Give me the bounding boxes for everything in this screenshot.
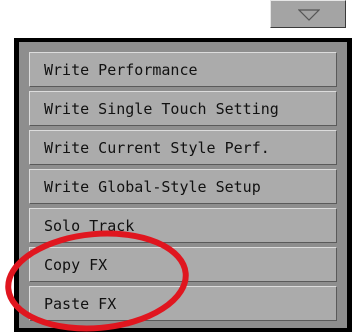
menu-item-label: Write Single Touch Setting: [44, 99, 279, 118]
menu-item-label: Copy FX: [44, 255, 108, 274]
menu-item-label: Write Global-Style Setup: [44, 177, 261, 196]
menu-item-paste-fx[interactable]: Paste FX: [29, 286, 337, 321]
dropdown-menu: Write Performance Write Single Touch Set…: [14, 38, 352, 332]
menu-dropdown-button[interactable]: [270, 0, 346, 28]
menu-item-copy-fx[interactable]: Copy FX: [29, 247, 337, 282]
menu-item-label: Write Performance: [44, 60, 198, 79]
menu-item-write-single-touch-setting[interactable]: Write Single Touch Setting: [29, 91, 337, 126]
menu-frame: Write Performance Write Single Touch Set…: [19, 42, 347, 328]
menu-item-label: Paste FX: [44, 294, 117, 313]
menu-item-solo-track[interactable]: Solo Track: [29, 208, 337, 243]
menu-item-write-global-style-setup[interactable]: Write Global-Style Setup: [29, 169, 337, 204]
triangle-down-icon: [298, 9, 320, 21]
menu-item-write-performance[interactable]: Write Performance: [29, 52, 337, 87]
menu-item-label: Solo Track: [44, 216, 135, 235]
menu-item-label: Write Current Style Perf.: [44, 138, 270, 157]
menu-item-write-current-style-perf[interactable]: Write Current Style Perf.: [29, 130, 337, 165]
